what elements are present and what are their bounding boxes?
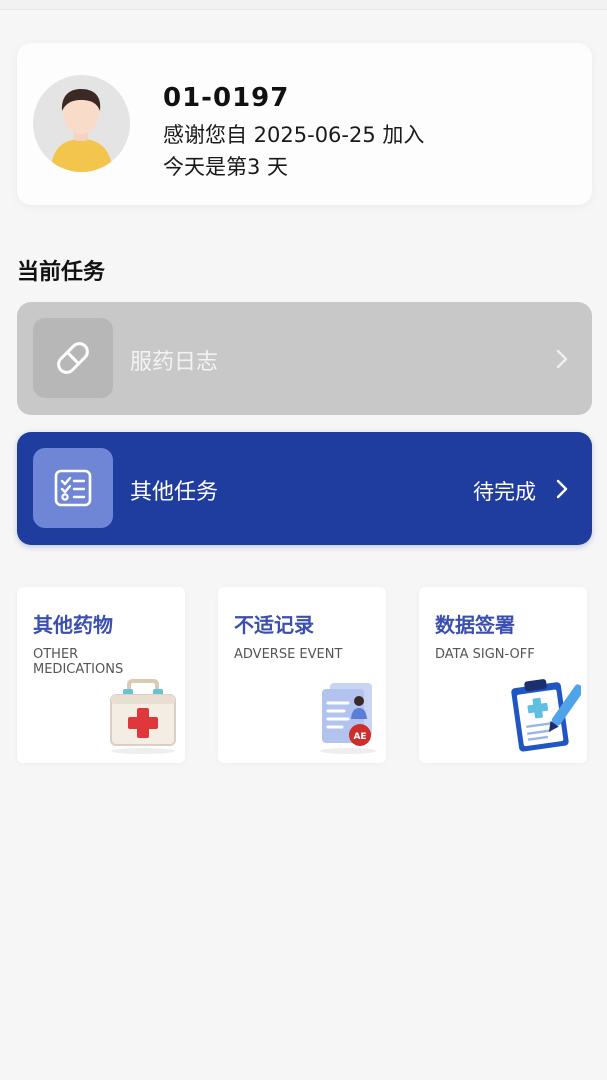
- first-aid-kit-icon: [110, 679, 176, 754]
- current-tasks-heading: 当前任务: [17, 260, 106, 285]
- joined-date-text: 感谢您自 2025-06-25 加入: [163, 123, 425, 147]
- checklist-icon-box: [33, 448, 113, 528]
- other-medications-title: 其他药物: [33, 613, 113, 637]
- user-avatar-icon: [51, 89, 112, 172]
- adverse-event-report-icon: AE: [320, 683, 376, 754]
- avatar: [33, 75, 130, 172]
- medication-log-label: 服药日志: [130, 350, 219, 375]
- adverse-event-title: 不适记录: [234, 613, 314, 637]
- medication-log-task[interactable]: 服药日志: [17, 302, 592, 415]
- data-sign-off-subtitle: DATA SIGN-OFF: [435, 647, 535, 662]
- adverse-event-subtitle: ADVERSE EVENT: [234, 647, 343, 662]
- task-status-badge: 待完成: [473, 480, 536, 504]
- profile-card: 01-0197 感谢您自 2025-06-25 加入 今天是第3 天: [17, 43, 592, 205]
- svg-text:AE: AE: [353, 732, 366, 742]
- other-medications-subtitle: OTHER MEDICATIONS: [33, 647, 124, 677]
- other-medications-tile[interactable]: 其他药物 OTHER MEDICATIONS: [17, 587, 185, 763]
- other-tasks-task[interactable]: 其他任务 待完成: [17, 432, 592, 545]
- other-tasks-label: 其他任务: [130, 480, 219, 505]
- participant-id: 01-0197: [163, 83, 290, 113]
- chevron-right-icon: [556, 349, 568, 369]
- data-sign-off-tile[interactable]: 数据签署 DATA SIGN-OFF: [419, 587, 587, 763]
- chevron-right-icon: [556, 479, 568, 499]
- checklist-icon: [54, 469, 92, 507]
- status-bar-edge: [0, 0, 607, 10]
- adverse-event-tile[interactable]: 不适记录 ADVERSE EVENT AE: [218, 587, 386, 763]
- pill-icon-box: [33, 318, 113, 398]
- day-count-text: 今天是第3 天: [163, 155, 289, 179]
- pill-icon: [57, 342, 89, 374]
- clipboard-sign-icon: [511, 679, 581, 752]
- data-sign-off-title: 数据签署: [435, 613, 515, 637]
